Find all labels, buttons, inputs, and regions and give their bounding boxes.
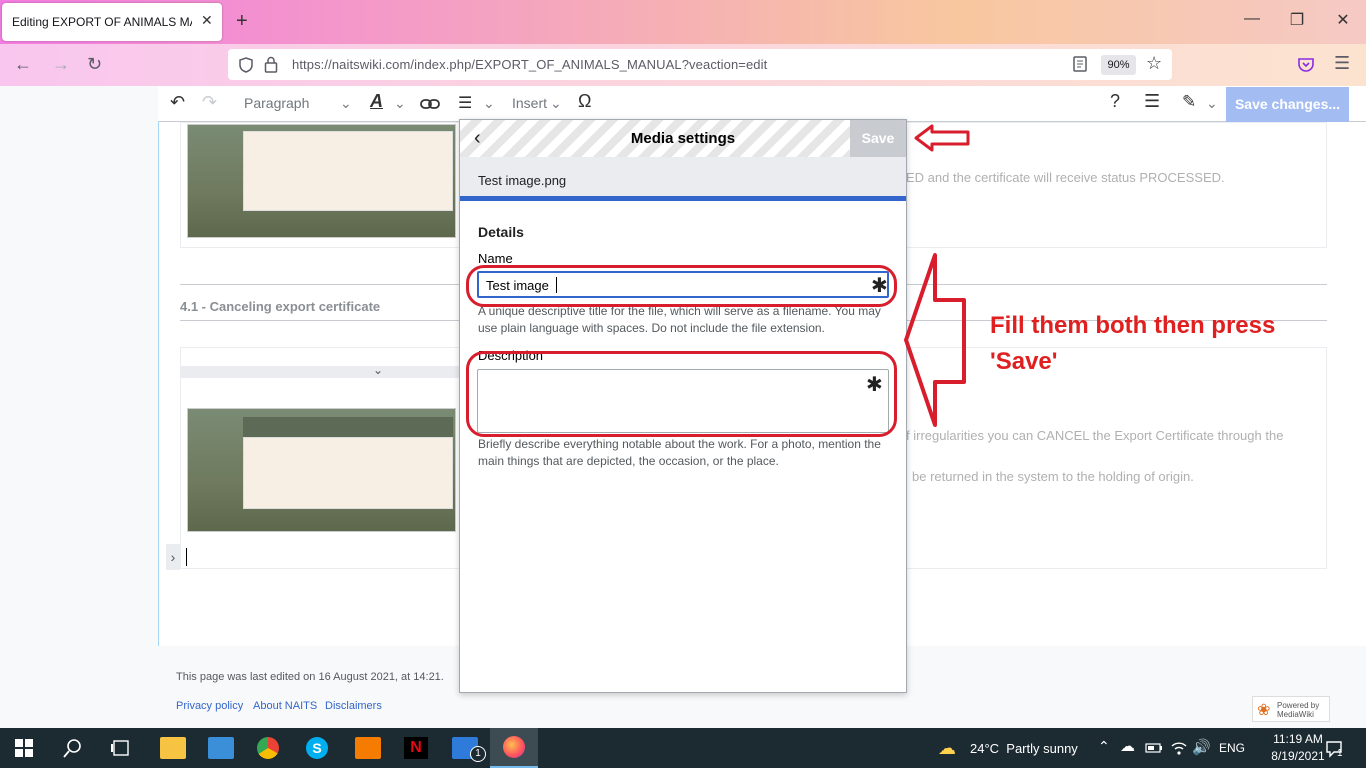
notifications-count: 1 <box>1337 748 1343 759</box>
firefox-taskbar-button[interactable] <box>490 728 538 768</box>
chevron-down-icon[interactable]: ⌄ <box>483 95 495 112</box>
thumbnail-panel <box>243 437 453 509</box>
search-icon[interactable] <box>63 738 83 758</box>
windows-start-icon[interactable] <box>15 739 33 757</box>
list-icon[interactable]: ☰ <box>458 93 472 113</box>
restore-icon[interactable]: ❐ <box>1274 10 1320 30</box>
new-tab-icon[interactable]: + <box>236 10 248 33</box>
annotation-name-highlight <box>466 265 897 307</box>
link-icon[interactable] <box>420 98 440 110</box>
edit-mode-pencil-icon[interactable]: ✎ <box>1182 92 1196 112</box>
details-heading: Details <box>478 224 524 240</box>
returned-text: be returned in the system to the holding… <box>912 469 1194 484</box>
minimize-icon[interactable]: — <box>1229 10 1275 28</box>
screenshot-thumbnail-1[interactable] <box>187 124 456 238</box>
wifi-icon[interactable] <box>1170 740 1188 756</box>
dialog-save-button[interactable]: Save <box>850 120 906 157</box>
clock-date: 8/19/2021 <box>1271 749 1325 763</box>
thumbnail-panel <box>243 131 453 211</box>
section-heading: 4.1 - Canceling export certificate <box>180 299 381 314</box>
file-name: Test image.png <box>478 173 567 188</box>
chevron-down-icon[interactable]: ⌄ <box>550 95 562 112</box>
about-naits-link[interactable]: About NAITS <box>253 700 317 712</box>
page-options-icon[interactable]: ☰ <box>1144 91 1160 112</box>
mail-badge: 1 <box>470 746 486 762</box>
privacy-policy-link[interactable]: Privacy policy <box>176 700 243 712</box>
weather-icon[interactable]: ☁ <box>938 738 956 759</box>
skype-icon[interactable]: S <box>306 737 328 759</box>
shield-icon[interactable] <box>238 57 254 73</box>
special-character-icon[interactable]: Ω <box>578 91 591 112</box>
tab-close-icon[interactable]: ✕ <box>201 12 213 29</box>
battery-icon[interactable] <box>1145 743 1163 753</box>
browser-tab-bar: Editing EXPORT OF ANIMALS MANUAL ✕ + — ❐… <box>0 0 1366 44</box>
text-style-icon[interactable]: A <box>370 91 383 112</box>
annotation-note: Fill them both then press 'Save' <box>990 312 1276 375</box>
thumbnail-toolbar <box>243 417 453 437</box>
expand-arrow-icon[interactable]: › <box>166 544 180 570</box>
redo-icon[interactable]: ↷ <box>202 92 217 113</box>
powered-by-text: Powered by MediaWiki <box>1277 701 1320 719</box>
description-help-text: Briefly describe everything notable abou… <box>478 437 881 468</box>
irregular-text: f irregularities you can CANCEL the Expo… <box>906 428 1284 443</box>
this-pc-icon[interactable] <box>208 737 234 759</box>
processed-text: ED and the certificate will receive stat… <box>906 170 1225 185</box>
reload-icon[interactable]: ↻ <box>87 54 102 75</box>
clock-time: 11:19 AM <box>1273 732 1323 746</box>
disclaimers-link[interactable]: Disclaimers <box>325 700 382 712</box>
mediawiki-logo-icon: ❀ <box>1257 702 1271 719</box>
chevron-down-icon[interactable]: ⌄ <box>340 95 352 112</box>
paragraph-dropdown[interactable]: Paragraph <box>244 95 309 111</box>
name-help-text: A unique descriptive title for the file,… <box>478 304 881 335</box>
back-icon[interactable]: ← <box>14 54 32 75</box>
collapse-bar[interactable]: ⌄ <box>181 363 459 378</box>
editor-toolbar: ↶ ↷ Paragraph ⌄ A ⌄ ☰ ⌄ Insert ⌄ Ω ? ☰ ✎… <box>158 86 1366 122</box>
firefox-icon <box>503 736 525 758</box>
chevron-down-icon[interactable]: ⌄ <box>1206 95 1218 112</box>
browser-nav-bar: ← → ↻ https://naitswiki.com/index.php/EX… <box>0 44 1366 86</box>
chrome-icon[interactable] <box>257 737 279 759</box>
volume-icon[interactable]: 🔊 <box>1192 738 1211 756</box>
chevron-down-icon[interactable]: ⌄ <box>394 95 406 112</box>
lock-icon[interactable] <box>264 56 278 73</box>
dialog-header: ‹ Media settings Save <box>460 120 906 157</box>
undo-icon[interactable]: ↶ <box>170 92 185 113</box>
xampp-icon[interactable] <box>355 737 381 759</box>
help-icon[interactable]: ? <box>1110 91 1120 112</box>
dialog-title: Media settings <box>630 130 736 147</box>
taskbar-clock[interactable]: 11:19 AM 8/19/2021 <box>1268 731 1328 765</box>
weather-text[interactable]: 24°C Partly sunny <box>970 741 1078 756</box>
forward-icon[interactable]: → <box>52 54 70 75</box>
annotation-arrow-left-icon <box>914 124 970 152</box>
pocket-icon[interactable] <box>1298 57 1314 72</box>
reader-view-icon[interactable] <box>1073 56 1087 72</box>
file-name-bar: Test image.png <box>460 157 906 201</box>
window-close-icon[interactable]: ✕ <box>1320 10 1366 30</box>
screenshot-thumbnail-2[interactable] <box>187 408 456 532</box>
zoom-level[interactable]: 90% <box>1101 55 1136 75</box>
text-cursor <box>186 548 187 566</box>
tab-title: Editing EXPORT OF ANIMALS MANUAL <box>12 15 192 29</box>
url-bar[interactable]: https://naitswiki.com/index.php/EXPORT_O… <box>228 49 1172 80</box>
netflix-icon[interactable]: N <box>404 737 428 759</box>
save-changes-button[interactable]: Save changes... <box>1226 87 1349 122</box>
insert-dropdown[interactable]: Insert <box>512 95 547 111</box>
file-explorer-icon[interactable] <box>160 737 186 759</box>
task-view-icon[interactable] <box>110 739 130 757</box>
menu-icon[interactable]: ☰ <box>1334 53 1350 74</box>
browser-tab[interactable]: Editing EXPORT OF ANIMALS MANUAL ✕ <box>2 3 222 41</box>
name-label: Name <box>478 251 513 266</box>
annotation-description-highlight <box>466 351 897 437</box>
last-edited-text: This page was last edited on 16 August 2… <box>176 671 444 683</box>
chevron-down-icon[interactable]: ⌄ <box>373 363 383 377</box>
language-indicator[interactable]: ENG <box>1219 741 1245 755</box>
bookmark-star-icon[interactable]: ☆ <box>1146 53 1162 74</box>
onedrive-icon[interactable]: ☁ <box>1120 737 1135 755</box>
annotation-big-arrow-icon <box>904 253 966 427</box>
powered-by-mediawiki-badge[interactable]: ❀ Powered by MediaWiki <box>1252 696 1330 722</box>
url-text: https://naitswiki.com/index.php/EXPORT_O… <box>292 57 768 72</box>
show-hidden-icons-icon[interactable]: ⌃ <box>1098 738 1110 755</box>
